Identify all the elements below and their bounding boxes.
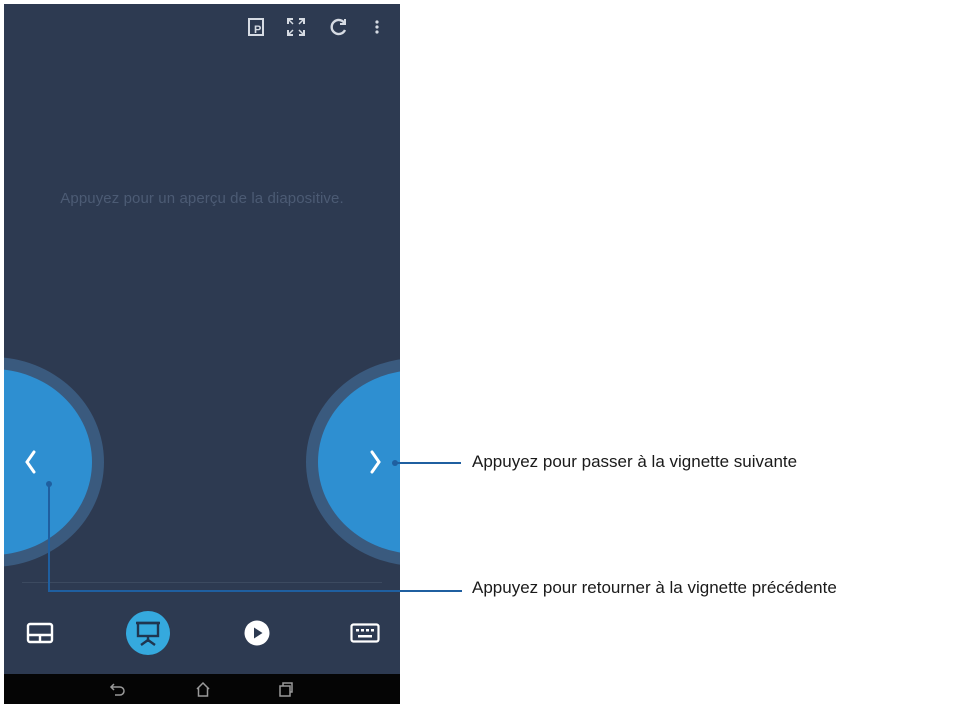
next-slide-button[interactable] xyxy=(318,370,400,554)
svg-text:P: P xyxy=(254,24,261,36)
back-icon[interactable] xyxy=(109,681,127,697)
previous-slide-callout: Appuyez pour retourner à la vignette pré… xyxy=(472,578,837,597)
system-navigation-bar xyxy=(4,674,400,704)
divider xyxy=(22,582,382,583)
recents-icon[interactable] xyxy=(277,681,295,697)
prev-callout-line-vertical xyxy=(48,484,50,591)
keyboard-icon[interactable] xyxy=(350,623,380,643)
top-toolbar: P xyxy=(4,4,400,50)
present-mode-icon[interactable]: P xyxy=(246,16,268,38)
more-options-icon[interactable] xyxy=(372,16,382,38)
play-icon[interactable] xyxy=(243,619,271,647)
next-callout-line xyxy=(395,462,461,464)
next-slide-callout: Appuyez pour passer à la vignette suivan… xyxy=(472,452,798,471)
fullscreen-icon[interactable] xyxy=(285,16,307,38)
touchpad-icon[interactable] xyxy=(26,622,54,644)
home-icon[interactable] xyxy=(194,681,212,697)
presentation-icon xyxy=(136,621,160,646)
chevron-right-icon xyxy=(368,449,384,475)
prev-callout-line-horizontal xyxy=(48,590,462,592)
bottom-tab-bar xyxy=(4,594,400,674)
presentation-tab[interactable] xyxy=(126,611,170,655)
preview-hint-text[interactable]: Appuyez pour un aperçu de la diapositive… xyxy=(4,190,400,207)
chevron-left-icon xyxy=(22,449,38,475)
phone-screen: P Appuyez pour un aperçu de la diapositi… xyxy=(4,4,400,704)
refresh-icon[interactable] xyxy=(328,16,350,38)
